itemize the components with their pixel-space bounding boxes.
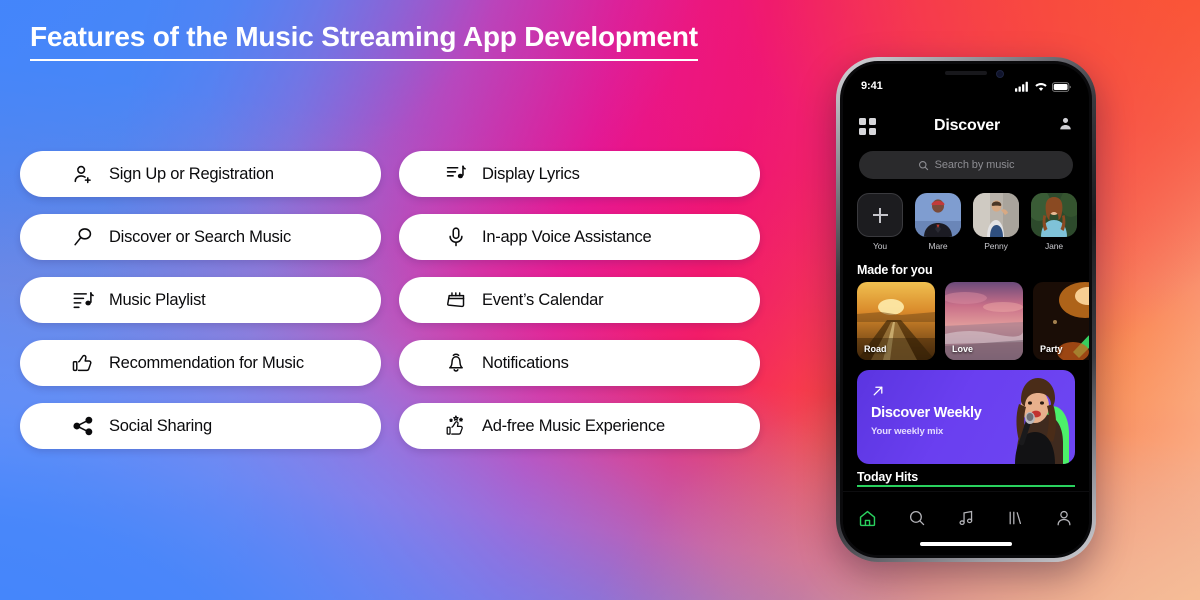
calendar-icon: [441, 285, 471, 315]
page-title: Features of the Music Streaming App Deve…: [30, 21, 698, 62]
search-input[interactable]: Search by music: [859, 151, 1073, 179]
app-header: Discover: [843, 112, 1089, 140]
feature-card-voice-assistance[interactable]: In-app Voice Assistance: [399, 214, 760, 260]
phone-mockup: 9:41 Discover Search by music You Mare P…: [836, 57, 1096, 562]
banner-subtitle: Your weekly mix: [871, 426, 944, 437]
thumbs-up-icon: [68, 348, 98, 378]
feature-card-display-lyrics[interactable]: Display Lyrics: [399, 151, 760, 197]
feature-label: Sign Up or Registration: [109, 164, 274, 183]
feature-label: Social Sharing: [109, 416, 212, 435]
search-icon: [918, 160, 928, 170]
today-hits-heading: Today Hits: [857, 470, 918, 484]
feature-label: Display Lyrics: [482, 164, 580, 183]
story-name: You: [872, 241, 888, 251]
add-story-avatar: [857, 193, 903, 237]
lyrics-note-icon: [441, 159, 471, 189]
feature-card-recommendation[interactable]: Recommendation for Music: [20, 340, 381, 386]
feature-label: Music Playlist: [109, 290, 206, 309]
tab-home[interactable]: [851, 505, 885, 531]
feature-list-left: Sign Up or Registration Discover or Sear…: [20, 151, 381, 466]
battery-icon: [1052, 81, 1071, 92]
playlist-card-road[interactable]: Road: [857, 282, 935, 360]
person-icon[interactable]: [1058, 116, 1073, 136]
story-name: Mare: [928, 241, 948, 251]
playlist-card-love[interactable]: Love: [945, 282, 1023, 360]
stories-row: You Mare Penny Jane: [857, 193, 1085, 255]
discover-weekly-banner[interactable]: Discover Weekly Your weekly mix: [857, 370, 1075, 464]
banner-title: Discover Weekly: [871, 405, 982, 421]
tab-music[interactable]: [949, 505, 983, 531]
feature-label: Recommendation for Music: [109, 353, 304, 372]
feature-label: Notifications: [482, 353, 569, 372]
bell-icon: [441, 348, 471, 378]
story-name: Jane: [1044, 241, 1064, 251]
user-add-icon: [68, 159, 98, 189]
playlist-music-icon: [68, 285, 98, 315]
feature-card-discover-search[interactable]: Discover or Search Music: [20, 214, 381, 260]
feature-card-social-sharing[interactable]: Social Sharing: [20, 403, 381, 449]
story-add-you[interactable]: You: [857, 193, 903, 255]
plus-icon: [872, 207, 888, 223]
playlist-card-label: Party: [1040, 344, 1063, 354]
feature-label: Event’s Calendar: [482, 290, 604, 309]
feature-label: Ad-free Music Experience: [482, 416, 665, 435]
avatar: [973, 193, 1019, 237]
story-name: Penny: [984, 241, 1008, 251]
feature-list-right: Display Lyrics In-app Voice Assistance E…: [399, 151, 760, 466]
feature-card-sign-up[interactable]: Sign Up or Registration: [20, 151, 381, 197]
avatar: [1031, 193, 1077, 237]
feature-card-ad-free[interactable]: Ad-free Music Experience: [399, 403, 760, 449]
playlist-card-label: Love: [952, 344, 974, 354]
signal-icon: [1015, 81, 1028, 92]
home-indicator: [920, 542, 1012, 546]
share-icon: [68, 411, 98, 441]
section-accent-line: [857, 485, 1075, 487]
phone-screen: 9:41 Discover Search by music You Mare P…: [843, 64, 1089, 555]
search-icon: [68, 222, 98, 252]
grid-menu-icon[interactable]: [859, 117, 876, 135]
feature-card-notifications[interactable]: Notifications: [399, 340, 760, 386]
status-bar-clock: 9:41: [861, 80, 883, 92]
feature-card-music-playlist[interactable]: Music Playlist: [20, 277, 381, 323]
status-bar-icons: [1015, 81, 1071, 92]
microphone-icon: [441, 222, 471, 252]
made-for-you-heading: Made for you: [857, 263, 933, 277]
tab-library[interactable]: [998, 505, 1032, 531]
thumbs-up-stars-icon: [441, 411, 471, 441]
wifi-icon: [1035, 82, 1047, 91]
search-placeholder: Search by music: [934, 159, 1015, 171]
status-bar: 9:41: [843, 78, 1089, 94]
earpiece-speaker: [945, 71, 987, 75]
playlist-card-party[interactable]: Party: [1033, 282, 1089, 360]
tab-profile[interactable]: [1047, 505, 1081, 531]
playlist-card-label: Road: [864, 344, 887, 354]
feature-label: Discover or Search Music: [109, 227, 291, 246]
arrow-up-right-icon: [871, 384, 885, 403]
singer-photo: [973, 370, 1069, 464]
feature-label: In-app Voice Assistance: [482, 227, 652, 246]
tab-search[interactable]: [900, 505, 934, 531]
story-mare[interactable]: Mare: [915, 193, 961, 255]
app-screen-title: Discover: [934, 117, 1000, 134]
feature-card-events-calendar[interactable]: Event’s Calendar: [399, 277, 760, 323]
avatar: [915, 193, 961, 237]
front-camera: [995, 70, 1004, 78]
story-penny[interactable]: Penny: [973, 193, 1019, 255]
phone-bezel: 9:41 Discover Search by music You Mare P…: [840, 61, 1092, 558]
made-for-you-row: Road Love Party: [857, 282, 1089, 360]
story-jane[interactable]: Jane: [1031, 193, 1077, 255]
